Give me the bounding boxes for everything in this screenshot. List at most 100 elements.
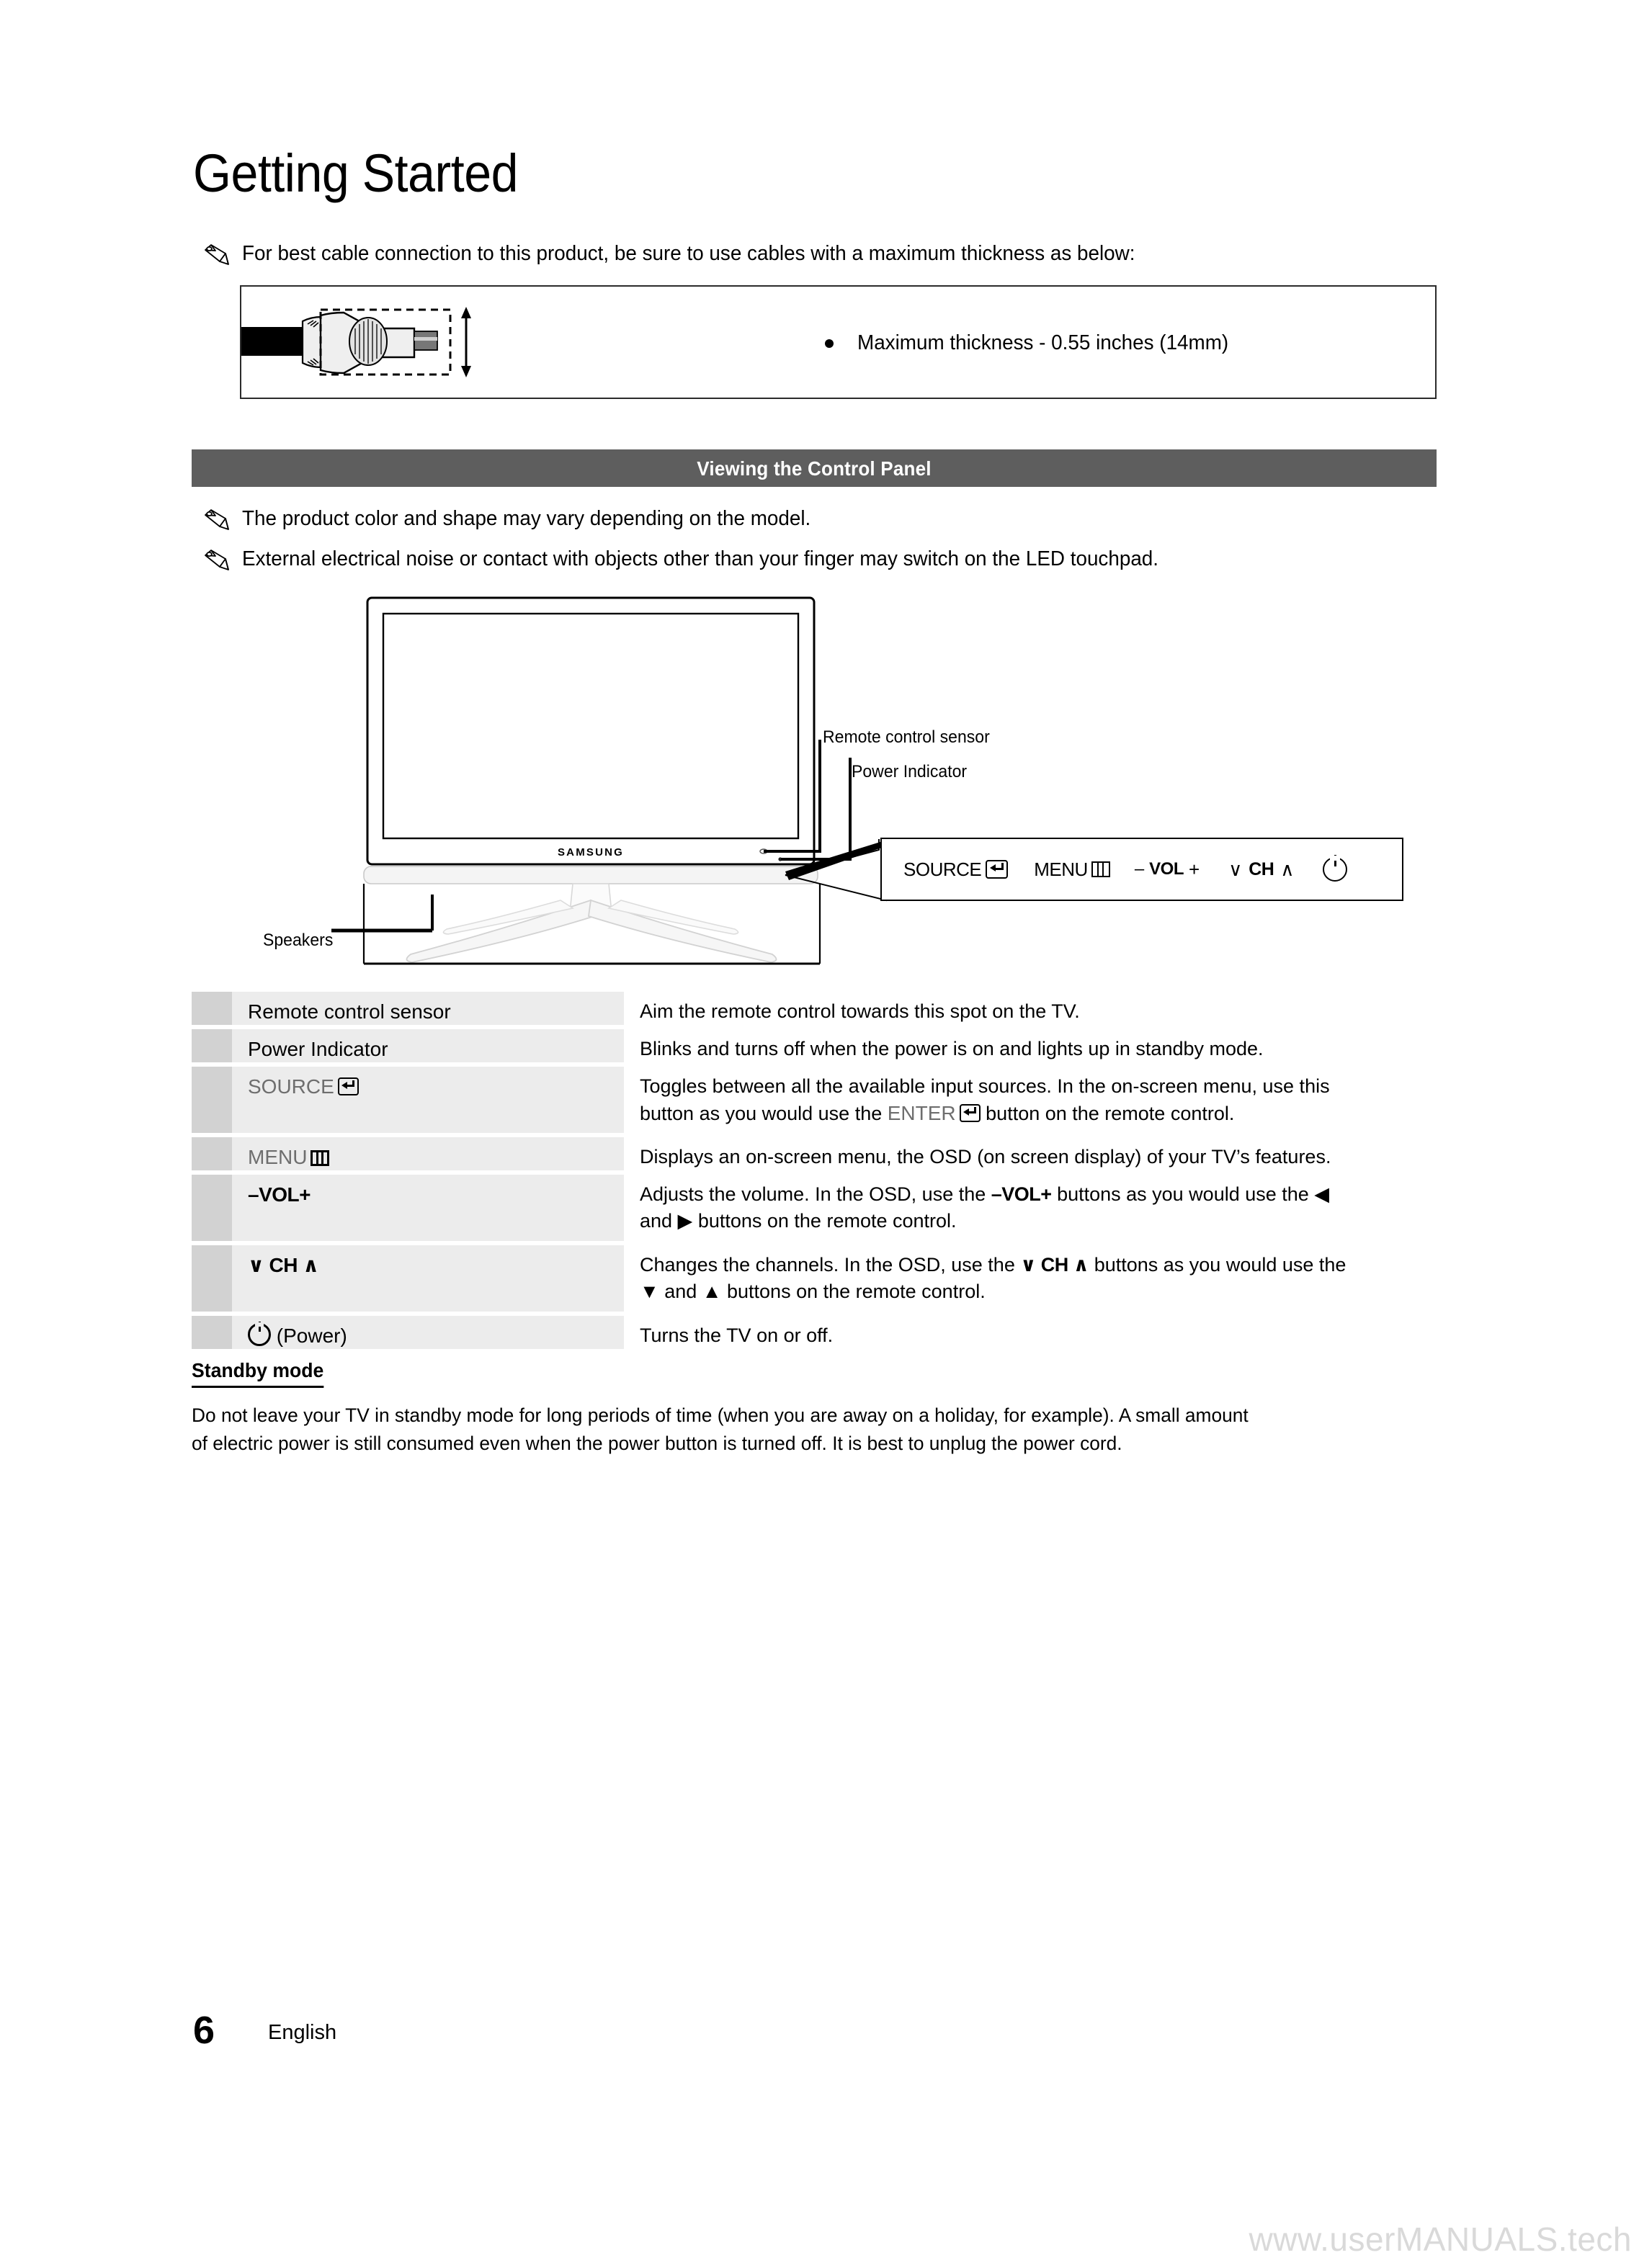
page-title: Getting Started <box>193 143 519 203</box>
row-label: MENU <box>248 1146 308 1168</box>
panel-source-button[interactable]: SOURCE <box>903 858 1009 881</box>
table-row: SOURCE Toggles between all the available… <box>192 1067 1437 1133</box>
table-row: (Power) Turns the TV on or off. <box>192 1316 1437 1349</box>
row-description-line: and ▶ buttons on the remote control. <box>640 1210 957 1232</box>
row-description-line: Adjusts the volume. In the OSD, use the … <box>640 1181 1437 1208</box>
row-label: (Power) <box>276 1325 347 1347</box>
panel-menu-label: MENU <box>1034 858 1088 880</box>
enter-icon <box>959 1104 981 1123</box>
channel-up-icon: ∧ <box>303 1254 319 1276</box>
row-swatch <box>192 1175 232 1241</box>
desc-part: buttons as you would use the <box>1089 1254 1347 1276</box>
tv-front-view-svg: SAMSUNG <box>331 596 892 965</box>
row-description: Displays an on-screen menu, the OSD (on … <box>624 1137 1437 1170</box>
manual-page: Getting Started For best cable connectio… <box>0 0 1639 2268</box>
volume-plus-label: + <box>299 1183 311 1206</box>
row-description: Turns the TV on or off. <box>624 1316 1437 1349</box>
callout-speakers: Speakers <box>263 931 334 950</box>
row-swatch <box>192 1245 232 1312</box>
panel-vol-label: VOL <box>1149 859 1184 879</box>
table-row: MENU Displays an on-screen menu, the OSD… <box>192 1137 1437 1170</box>
callout-power-indicator: Power Indicator <box>852 762 968 781</box>
row-description-line: Turns the TV on or off. <box>640 1325 834 1346</box>
row-label-cell: Power Indicator <box>232 1029 624 1062</box>
ch-keyword: ∨ CH ∧ <box>1020 1254 1089 1276</box>
callout-remote-control-sensor: Remote control sensor <box>823 727 990 747</box>
row-description-line: button as you would use the ENTER button… <box>640 1100 1437 1128</box>
svg-text:SAMSUNG: SAMSUNG <box>558 846 624 859</box>
desc-part: button as you would use the <box>640 1103 888 1125</box>
volume-minus-label: – <box>248 1183 259 1206</box>
enter-icon <box>337 1077 359 1095</box>
row-description-line: Toggles between all the available input … <box>640 1075 1330 1097</box>
power-icon <box>1323 855 1348 882</box>
row-swatch <box>192 1067 232 1133</box>
desc-part: buttons as you would use the ◀ <box>1051 1183 1330 1205</box>
page-number: 6 <box>193 2009 215 2052</box>
row-label: Power Indicator <box>248 1038 388 1060</box>
watermark: www.userMANUALS.tech <box>1249 2220 1632 2258</box>
control-panel-strip: SOURCE MENU – VOL + ∨ CH ∧ <box>880 838 1403 901</box>
row-description: Aim the remote control towards this spot… <box>624 992 1437 1025</box>
enter-keyword: ENTER <box>887 1102 956 1125</box>
row-description-line: Aim the remote control towards this spot… <box>640 1000 1080 1022</box>
row-label-group: SOURCE <box>248 1067 359 1101</box>
row-description: Adjusts the volume. In the OSD, use the … <box>624 1175 1437 1241</box>
note-electrical-noise: External electrical noise or contact wit… <box>203 546 1197 573</box>
pencil-icon <box>205 550 229 570</box>
row-description: Changes the channels. In the OSD, use th… <box>624 1245 1437 1312</box>
row-label-group: (Power) <box>248 1316 347 1350</box>
row-label-cell: –VOL+ <box>232 1175 624 1241</box>
row-description-line: Blinks and turns off when the power is o… <box>640 1038 1264 1059</box>
volume-minus-label: – <box>1134 859 1145 879</box>
row-description: Toggles between all the available input … <box>624 1067 1437 1133</box>
standby-line-1: Do not leave your TV in standby mode for… <box>192 1404 1249 1426</box>
channel-down-icon: ∨ <box>1228 858 1243 880</box>
row-label-group: MENU <box>248 1137 330 1171</box>
row-swatch <box>192 1137 232 1170</box>
bullet-dot <box>825 339 834 348</box>
menu-icon <box>1091 861 1110 877</box>
cable-thickness-box: Maximum thickness - 0.55 inches (14mm) <box>240 285 1437 399</box>
channel-up-icon: ∧ <box>1280 858 1295 880</box>
row-label: SOURCE <box>248 1075 334 1098</box>
desc-part: Changes the channels. In the OSD, use th… <box>640 1254 1021 1276</box>
volume-plus-label: + <box>1189 858 1200 880</box>
row-label-cell: SOURCE <box>232 1067 624 1133</box>
pencil-icon <box>205 509 229 530</box>
control-panel-table: Remote control sensor Aim the remote con… <box>192 992 1437 1353</box>
table-row: Power Indicator Blinks and turns off whe… <box>192 1029 1437 1062</box>
row-label-cell: ∨ CH ∧ <box>232 1245 624 1312</box>
standby-mode-body: Do not leave your TV in standby mode for… <box>192 1402 1438 1458</box>
panel-menu-button[interactable]: MENU <box>1034 859 1110 881</box>
standby-mode-heading: Standby mode <box>192 1359 324 1388</box>
row-label: VOL <box>259 1183 300 1206</box>
row-description-line: Displays an on-screen menu, the OSD (on … <box>640 1146 1331 1167</box>
panel-volume-buttons[interactable]: – VOL + <box>1135 859 1200 881</box>
desc-part: button on the remote control. <box>980 1103 1235 1125</box>
note-product-color: The product color and shape may vary dep… <box>203 506 834 533</box>
desc-part: Adjusts the volume. In the OSD, use the <box>640 1183 991 1205</box>
row-label: Remote control sensor <box>248 1000 451 1023</box>
cable-connector-illustration <box>241 307 471 377</box>
tv-illustration: SAMSUNG <box>216 591 1441 965</box>
row-description-line: ▼ and ▲ buttons on the remote control. <box>640 1281 986 1303</box>
cable-max-thickness-text: Maximum thickness - 0.55 inches (14mm) <box>857 331 1229 354</box>
note-cable-connection: For best cable connection to this produc… <box>203 241 1172 268</box>
note-product-color-text: The product color and shape may vary dep… <box>242 507 811 530</box>
panel-power-button[interactable] <box>1323 855 1348 882</box>
row-swatch <box>192 1029 232 1062</box>
panel-source-label: SOURCE <box>903 858 982 880</box>
table-row: Remote control sensor Aim the remote con… <box>192 992 1437 1025</box>
table-row: ∨ CH ∧ Changes the channels. In the OSD,… <box>192 1245 1437 1312</box>
panel-channel-buttons[interactable]: ∨ CH ∧ <box>1228 859 1294 881</box>
row-label-group: ∨ CH ∧ <box>248 1245 319 1279</box>
row-label-group: –VOL+ <box>248 1175 311 1209</box>
menu-icon <box>311 1150 330 1166</box>
power-icon <box>248 1322 271 1346</box>
row-swatch <box>192 992 232 1025</box>
vol-keyword: –VOL+ <box>991 1183 1052 1205</box>
section-header-label: Viewing the Control Panel <box>697 457 932 480</box>
row-label: CH <box>269 1254 298 1276</box>
channel-down-icon: ∨ <box>248 1254 264 1276</box>
